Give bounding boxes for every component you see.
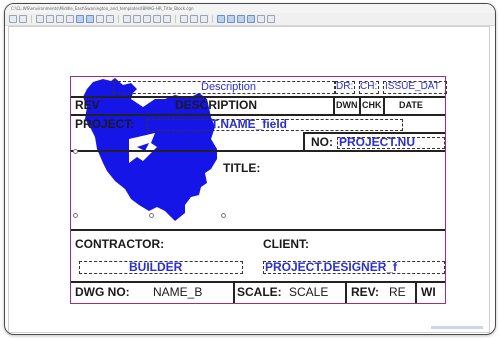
project-name-field: T.NAME_field — [211, 117, 288, 131]
no-row-divider — [303, 132, 305, 150]
undo-icon[interactable] — [153, 15, 161, 23]
view-2-icon[interactable] — [227, 15, 235, 23]
rotate-icon[interactable] — [96, 15, 104, 23]
save-icon[interactable] — [19, 15, 27, 23]
open-icon[interactable] — [9, 15, 17, 23]
scale-label: SCALE: — [237, 285, 282, 299]
rev-value: RE — [389, 285, 406, 299]
header-divider — [71, 114, 445, 116]
footer-col-divider — [415, 281, 417, 303]
toolbar-separator — [212, 15, 213, 23]
update-icon[interactable] — [106, 15, 114, 23]
date-header: DATE — [399, 100, 423, 110]
title-label: TITLE: — [223, 161, 261, 175]
col-divider — [359, 96, 361, 114]
zoom-in-icon[interactable] — [36, 15, 44, 23]
footer-col-divider — [345, 281, 347, 303]
issue-date-field: ISSUE_DAT — [385, 81, 440, 92]
pencil-icon[interactable] — [257, 15, 265, 23]
footer-col-divider — [233, 281, 235, 303]
header-divider — [71, 96, 445, 98]
rev-label: REV: — [351, 285, 380, 299]
dropdown-icon[interactable] — [267, 15, 275, 23]
builder-field: BUILDER — [129, 260, 183, 274]
measure-icon[interactable] — [123, 15, 131, 23]
designer-field: PROJECT.DESIGNER_f — [265, 260, 398, 274]
selection-handle[interactable] — [73, 149, 78, 154]
col-divider — [333, 96, 335, 114]
footer-divider — [71, 281, 445, 283]
contractor-divider — [71, 229, 445, 231]
description-field: Description — [201, 81, 257, 93]
dwg-no-label: DWG NO: — [75, 285, 130, 299]
window-area-icon[interactable] — [86, 15, 94, 23]
grid-icon[interactable] — [200, 15, 208, 23]
fit-view-icon[interactable] — [56, 15, 64, 23]
scale-value: SCALE — [289, 285, 329, 299]
rev-header: REV — [75, 98, 100, 112]
dr-label: DR: — [336, 81, 354, 92]
status-bar-fragment — [431, 326, 483, 329]
description-header: DESCRIPTION — [175, 98, 258, 112]
contractor-label: CONTRACTOR: — [75, 237, 165, 251]
dwg-no-value: NAME_B — [153, 285, 203, 299]
dwn-header: DWN — [336, 100, 358, 110]
title-block-sheet[interactable]: Description DR: CH: ISSUE_DAT REV DESCRI… — [70, 76, 447, 304]
client-label: CLIENT: — [263, 237, 309, 251]
select-icon[interactable] — [76, 15, 84, 23]
redo-icon[interactable] — [163, 15, 171, 23]
project-label: PROJECT: — [75, 117, 135, 131]
window-title: C:\CL.WS\environments\Middle_East\Swanin… — [5, 4, 495, 13]
view-3-icon[interactable] — [237, 15, 245, 23]
copy-icon[interactable] — [133, 15, 141, 23]
no-row-bottom — [71, 150, 445, 152]
col-divider — [383, 96, 385, 114]
pan-icon[interactable] — [66, 15, 74, 23]
toolbar-separator — [118, 15, 119, 23]
zoom-out-icon[interactable] — [46, 15, 54, 23]
no-row-top — [303, 132, 445, 134]
selection-handle[interactable] — [221, 213, 226, 218]
view-4-icon[interactable] — [247, 15, 255, 23]
selection-handle[interactable] — [73, 213, 78, 218]
toolbar-separator — [31, 15, 32, 23]
chk-header: CHK — [362, 100, 382, 110]
move-icon[interactable] — [143, 15, 151, 23]
toolbar-separator — [175, 15, 176, 23]
toolbar — [5, 13, 495, 26]
attributes-icon[interactable] — [190, 15, 198, 23]
no-label: NO: — [311, 135, 333, 149]
ch-label: CH: — [360, 81, 378, 92]
view-icon[interactable] — [217, 15, 225, 23]
level-icon[interactable] — [180, 15, 188, 23]
project-number-field: PROJECT.NU — [339, 135, 416, 149]
selection-handle[interactable] — [149, 213, 154, 218]
wi-label: WI — [421, 285, 436, 299]
